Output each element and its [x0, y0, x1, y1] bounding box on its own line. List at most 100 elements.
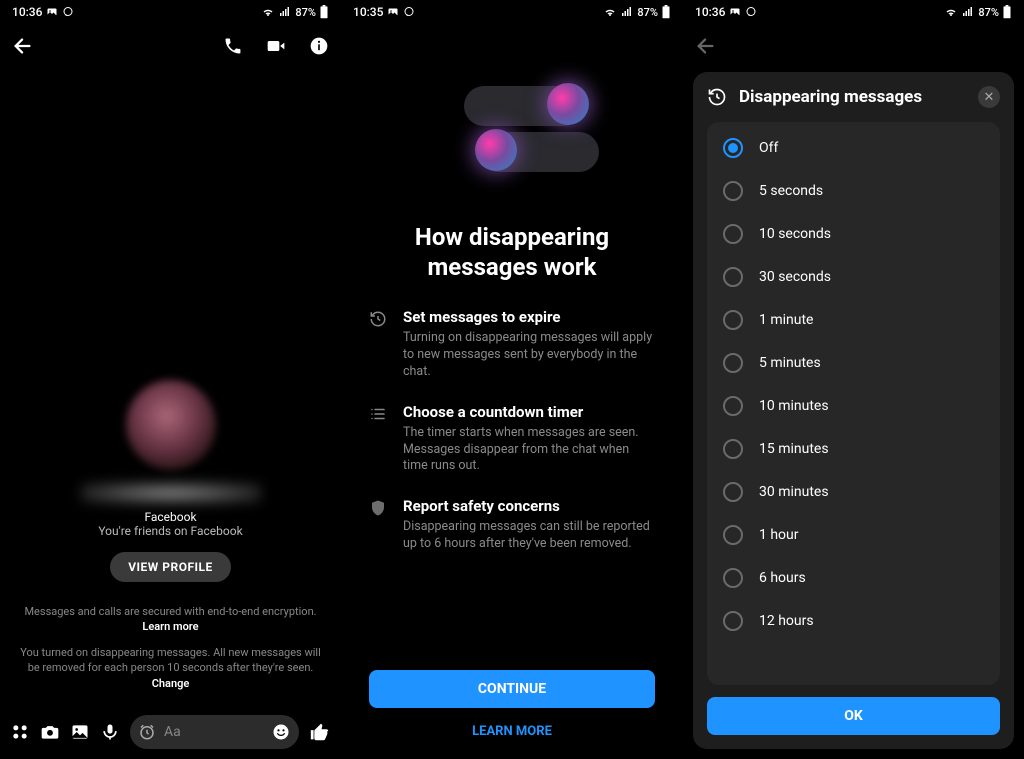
- item-body: Turning on disappearing messages will ap…: [403, 330, 655, 381]
- item-body: The timer starts when messages are seen.…: [403, 425, 655, 476]
- input-placeholder: Aa: [164, 724, 181, 740]
- call-icon[interactable]: [223, 36, 243, 56]
- status-bar: 10:35 87%: [341, 0, 683, 24]
- battery-text: 87%: [637, 6, 658, 19]
- timer-option[interactable]: 5 minutes: [707, 341, 1000, 384]
- back-arrow-icon[interactable]: [12, 35, 34, 57]
- radio-icon: [723, 482, 743, 502]
- timer-option[interactable]: 15 minutes: [707, 427, 1000, 470]
- chat-top-bar: [0, 24, 341, 68]
- picker-title: Disappearing messages: [739, 87, 966, 107]
- timer-option-label: 6 hours: [759, 570, 806, 586]
- timer-option[interactable]: 10 seconds: [707, 212, 1000, 255]
- radio-icon: [723, 353, 743, 373]
- change-link[interactable]: Change: [152, 677, 190, 690]
- battery-icon: [661, 5, 671, 19]
- like-icon[interactable]: [309, 721, 331, 743]
- history-icon: [707, 87, 727, 107]
- timer-option[interactable]: 10 minutes: [707, 384, 1000, 427]
- messenger-icon: [62, 6, 74, 18]
- timer-option-label: Off: [759, 140, 778, 156]
- timer-option[interactable]: 1 hour: [707, 513, 1000, 556]
- emoji-icon[interactable]: [271, 722, 291, 742]
- timer-option-label: 1 minute: [759, 312, 813, 328]
- learn-more-button[interactable]: LEARN MORE: [369, 718, 655, 745]
- info-item-expire: Set messages to expire Turning on disapp…: [369, 308, 655, 381]
- radio-icon: [723, 439, 743, 459]
- back-arrow-icon[interactable]: [695, 35, 717, 57]
- timer-option[interactable]: 30 seconds: [707, 255, 1000, 298]
- timer-option-label: 10 minutes: [759, 398, 829, 414]
- timer-option-label: 5 minutes: [759, 355, 821, 371]
- timer-option-label: 10 seconds: [759, 226, 831, 242]
- radio-icon: [723, 568, 743, 588]
- gallery-icon[interactable]: [70, 722, 90, 742]
- info-icon[interactable]: [309, 36, 329, 56]
- continue-button[interactable]: CONTINUE: [369, 670, 655, 708]
- timer-option[interactable]: 5 seconds: [707, 169, 1000, 212]
- screen-chat-details: 10:36 87%: [0, 0, 341, 759]
- timer-option[interactable]: 6 hours: [707, 556, 1000, 599]
- platform-label: Facebook: [144, 510, 196, 524]
- status-time: 10:35: [353, 5, 383, 19]
- info-item-timer: Choose a countdown timer The timer start…: [369, 403, 655, 476]
- timer-picker-sheet: Disappearing messages ✕ Off 5 seconds 10 s…: [693, 72, 1014, 749]
- timer-option-label: 1 hour: [759, 527, 799, 543]
- messenger-icon: [745, 6, 757, 18]
- signal-icon: [620, 6, 634, 18]
- contact-name-blurred: [81, 482, 261, 504]
- apps-icon[interactable]: [10, 722, 30, 742]
- timer-option[interactable]: 12 hours: [707, 599, 1000, 642]
- timer-option-label: 30 seconds: [759, 269, 831, 285]
- sheet-title: How disappearing messages work: [369, 222, 655, 282]
- status-time: 10:36: [695, 5, 725, 19]
- timer-option[interactable]: Off: [707, 126, 1000, 169]
- timer-option-label: 15 minutes: [759, 441, 829, 457]
- status-time: 10:36: [12, 5, 42, 19]
- battery-text: 87%: [978, 6, 999, 19]
- radio-icon: [723, 396, 743, 416]
- radio-icon: [723, 611, 743, 631]
- video-icon[interactable]: [265, 36, 287, 56]
- message-input[interactable]: Aa: [130, 715, 299, 749]
- disappearing-illustration: [369, 74, 655, 204]
- item-body: Disappearing messages can still be repor…: [403, 519, 655, 553]
- list-icon: [369, 403, 389, 476]
- wifi-icon: [603, 6, 617, 18]
- image-icon: [46, 6, 58, 18]
- timer-options-list: Off 5 seconds 10 seconds 30 seconds 1 minute…: [707, 122, 1000, 685]
- battery-text: 87%: [295, 6, 316, 19]
- camera-icon[interactable]: [40, 722, 60, 742]
- radio-icon: [723, 525, 743, 545]
- learn-more-link[interactable]: Learn more: [142, 620, 198, 633]
- wifi-icon: [944, 6, 958, 18]
- ok-button[interactable]: OK: [707, 697, 1000, 735]
- timer-option[interactable]: 30 minutes: [707, 470, 1000, 513]
- picker-top-bar: [683, 24, 1024, 68]
- disappearing-note: You turned on disappearing messages. All…: [12, 645, 329, 691]
- timer-icon: [138, 723, 156, 741]
- composer-row: Aa: [0, 709, 341, 759]
- info-item-safety: Report safety concerns Disappearing mess…: [369, 497, 655, 553]
- signal-icon: [278, 6, 292, 18]
- view-profile-button[interactable]: VIEW PROFILE: [110, 552, 231, 582]
- shield-icon: [369, 497, 389, 553]
- radio-icon: [723, 181, 743, 201]
- item-heading: Set messages to expire: [403, 308, 655, 326]
- close-icon[interactable]: ✕: [978, 86, 1000, 108]
- signal-icon: [961, 6, 975, 18]
- avatar[interactable]: [126, 380, 216, 470]
- mic-icon[interactable]: [100, 722, 120, 742]
- timer-option[interactable]: 1 minute: [707, 298, 1000, 341]
- item-heading: Choose a countdown timer: [403, 403, 655, 421]
- screen-how-it-works: 10:35 87% How disappearing messages work: [341, 0, 683, 759]
- image-icon: [729, 6, 741, 18]
- status-bar: 10:36 87%: [683, 0, 1024, 24]
- history-icon: [369, 308, 389, 381]
- wifi-icon: [261, 6, 275, 18]
- image-icon: [387, 6, 399, 18]
- battery-icon: [319, 5, 329, 19]
- radio-icon: [723, 138, 743, 158]
- timer-option-label: 12 hours: [759, 613, 814, 629]
- friend-status: You're friends on Facebook: [98, 524, 242, 538]
